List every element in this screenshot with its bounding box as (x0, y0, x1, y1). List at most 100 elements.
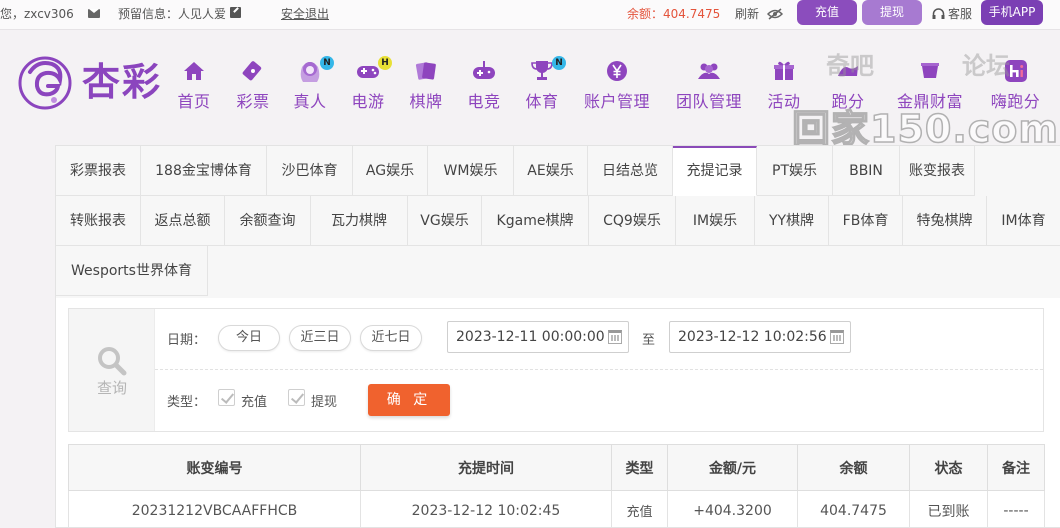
nav-running-score[interactable]: 跑分 (828, 58, 868, 112)
tab-item[interactable]: CQ9娱乐 (589, 196, 676, 246)
col-header-time: 充提时间 (360, 444, 612, 491)
site-logo[interactable]: 杏彩 (16, 52, 166, 114)
nav-wealth[interactable]: 金鼎财富 (895, 58, 965, 112)
content-panel: 彩票报表 188金宝博体育 沙巴体育 AG娱乐 WM娱乐 AE娱乐 日结总览 充提记录 PT娱乐… (55, 145, 1060, 528)
confirm-button[interactable]: 确 定 (368, 384, 450, 416)
tab-item[interactable]: Kgame棋牌 (482, 196, 589, 246)
home-icon (184, 62, 204, 80)
tab-item[interactable]: 充提记录 (673, 146, 757, 196)
type-label: 类型： (167, 395, 207, 410)
tab-item[interactable]: YY棋牌 (755, 196, 829, 246)
quick-3days-button[interactable]: 近三日 (289, 325, 351, 351)
quick-7days-button[interactable]: 近七日 (360, 325, 422, 351)
tab-item[interactable]: 特兔棋牌 (903, 196, 987, 246)
tab-item[interactable]: PT娱乐 (757, 146, 833, 196)
refresh-link[interactable]: 刷新 (735, 7, 759, 21)
calendar-icon[interactable] (608, 330, 622, 344)
cell-id: 20231212VBCAAFFHCB (68, 490, 361, 528)
tab-item[interactable]: 日结总览 (588, 146, 673, 196)
headset-icon[interactable] (932, 8, 945, 20)
cell-amount: +404.3200 (667, 490, 798, 528)
yen-coin-icon (607, 61, 627, 81)
tab-item[interactable]: 转账报表 (56, 196, 141, 246)
col-header-status: 状态 (909, 444, 988, 491)
cell-status: 已到账 (909, 490, 988, 528)
nav-team-management[interactable]: 团队管理 (674, 58, 744, 112)
top-bar: 您，zxcv306 预留信息：人见人爱 安全退出 余额：404.7475 刷新 … (0, 0, 1060, 30)
col-header-remark: 备注 (987, 444, 1045, 491)
nav-account-management[interactable]: 账户管理 (582, 58, 652, 112)
nav-sports[interactable]: N 体育 (522, 56, 566, 112)
tab-item[interactable]: 沙巴体育 (267, 146, 353, 196)
mail-icon[interactable] (88, 9, 100, 18)
tab-item[interactable]: AG娱乐 (353, 146, 428, 196)
nav-home[interactable]: 首页 (174, 58, 214, 112)
type-withdraw-checkbox[interactable] (288, 389, 305, 406)
calendar-icon[interactable] (830, 330, 844, 344)
reserved-info: 预留信息：人见人爱 (118, 7, 227, 21)
tab-item[interactable]: 余额查询 (225, 196, 311, 246)
tab-item[interactable]: 瓦力棋牌 (311, 196, 408, 246)
cell-remark: ----- (987, 490, 1045, 528)
gift-icon (774, 61, 794, 80)
end-date-input[interactable]: 2023-12-12 10:02:56 (669, 321, 851, 353)
col-header-amount: 金额/元 (667, 444, 798, 491)
col-header-balance: 余额 (797, 444, 910, 491)
quick-today-button[interactable]: 今日 (218, 325, 280, 351)
type-deposit-label[interactable]: 充值 (241, 391, 267, 410)
divider (155, 369, 1043, 370)
withdraw-button[interactable]: 提现 (862, 0, 922, 25)
report-tabs: 彩票报表 188金宝博体育 沙巴体育 AG娱乐 WM娱乐 AE娱乐 日结总览 充提记录 PT娱乐… (56, 146, 1060, 298)
nav-promotions[interactable]: 活动 (764, 58, 804, 112)
tab-item[interactable]: IM体育 (987, 196, 1060, 246)
tab-item[interactable]: WM娱乐 (428, 146, 514, 196)
tab-item[interactable]: 返点总额 (141, 196, 225, 246)
edit-icon[interactable] (230, 7, 241, 18)
search-side-label: 查询 (96, 379, 127, 397)
nav-hi-score[interactable]: 嗨跑分 (988, 58, 1043, 112)
tab-item[interactable]: 彩票报表 (56, 146, 141, 196)
cell-balance: 404.7475 (797, 490, 910, 528)
date-to-label: 至 (642, 333, 656, 348)
table-row: 20231212VBCAAFFHCB 2023-12-12 10:02:45 充… (68, 490, 1045, 528)
type-withdraw-label[interactable]: 提现 (311, 391, 337, 410)
tab-item[interactable]: 账变报表 (900, 146, 975, 196)
tab-item[interactable]: Wesports世界体育 (56, 246, 208, 296)
table-header-row: 账变编号 充提时间 类型 金额/元 余额 状态 备注 (68, 444, 1045, 491)
nav-chess-cards[interactable]: 棋牌 (406, 58, 446, 112)
esports-controller-icon (473, 61, 495, 79)
new-badge: N (320, 56, 334, 70)
new-badge: N (552, 56, 566, 70)
logout-link[interactable]: 安全退出 (281, 7, 329, 21)
records-table: 账变编号 充提时间 类型 金额/元 余额 状态 备注 20231212VBCAA… (68, 444, 1045, 528)
customer-service-link[interactable]: 客服 (948, 7, 972, 21)
tab-item[interactable]: 188金宝博体育 (141, 146, 267, 196)
start-date-input[interactable]: 2023-12-11 00:00:00 (447, 321, 629, 353)
nav-live-casino[interactable]: N 真人 (290, 56, 334, 112)
running-score-icon (838, 66, 858, 76)
nav-slots[interactable]: H 电游 (348, 56, 392, 112)
wealth-icon (921, 63, 939, 78)
logo-text: 杏彩 (82, 59, 163, 104)
lottery-ticket-icon (242, 61, 262, 81)
tab-item[interactable]: IM娱乐 (676, 196, 755, 246)
type-deposit-checkbox[interactable] (218, 389, 235, 406)
tab-item[interactable]: BBIN (833, 146, 900, 196)
tab-item[interactable]: AE娱乐 (514, 146, 588, 196)
date-label: 日期： (167, 333, 207, 348)
hide-balance-icon[interactable] (767, 8, 783, 20)
nav-lottery[interactable]: 彩票 (233, 58, 273, 112)
hot-badge: H (378, 56, 392, 70)
tab-item[interactable]: FB体育 (829, 196, 903, 246)
col-header-id: 账变编号 (68, 444, 361, 491)
nav-esports[interactable]: 电竞 (464, 58, 504, 112)
cards-icon (415, 62, 436, 80)
team-icon (698, 63, 720, 79)
app-hi-icon (1004, 60, 1027, 82)
tab-item[interactable]: VG娱乐 (408, 196, 482, 246)
user-greeting: 您，zxcv306 (0, 7, 74, 21)
deposit-button[interactable]: 充值 (797, 0, 857, 25)
mobile-app-button[interactable]: 手机APP (981, 0, 1043, 25)
search-icon (98, 347, 127, 376)
col-header-type: 类型 (611, 444, 668, 491)
